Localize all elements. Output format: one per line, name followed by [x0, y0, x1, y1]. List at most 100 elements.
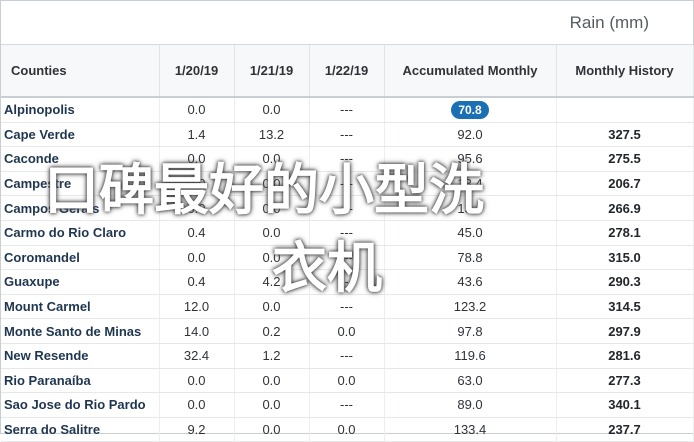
table-row: Caconde 0.0 0.0 --- 95.6 275.5	[1, 146, 694, 172]
rain-day-1: 0.0	[159, 171, 235, 197]
rain-day-1: 32.4	[159, 343, 235, 369]
history-cell: 297.9	[556, 318, 694, 344]
table-row: Cape Verde 1.4 13.2 --- 92.0 327.5	[1, 122, 694, 148]
county-name: Carmo do Rio Claro	[1, 220, 160, 246]
rain-day-2: 0.0	[234, 245, 310, 271]
rain-day-3: ---	[309, 97, 385, 123]
table-row: Sao Jose do Rio Pardo 0.0 0.0 --- 89.0 340.1	[1, 392, 694, 418]
rain-day-1: 9.2	[159, 417, 235, 442]
rain-day-2: 0.0	[234, 97, 310, 123]
rain-day-2: 4.2	[234, 269, 310, 295]
data-panel: Rain (mm) Counties 1/20/19 1/21/19 1/22/…	[0, 0, 694, 442]
rain-day-2: 1.2	[234, 343, 310, 369]
county-name: Campos Gerais	[1, 195, 160, 221]
rain-day-2: 0.2	[234, 318, 310, 344]
county-name: Cape Verde	[1, 122, 160, 148]
rain-day-3: ---	[309, 220, 385, 246]
col-header-history[interactable]: Monthly History	[556, 45, 694, 98]
rain-day-2: 13.2	[234, 122, 310, 148]
rain-day-3: ---	[309, 195, 385, 221]
rain-day-3: ---	[309, 122, 385, 148]
rain-day-3: ---	[309, 343, 385, 369]
accumulated-cell: 92.0	[384, 122, 557, 148]
table-row: Coromandel 0.0 0.0 --- 78.8 315.0	[1, 245, 694, 271]
rain-day-3: 0.0	[309, 417, 385, 442]
rain-day-3: ---	[309, 171, 385, 197]
rain-day-3: ---	[309, 392, 385, 418]
history-cell: 281.6	[556, 343, 694, 369]
rain-day-3: 0.0	[309, 368, 385, 394]
rain-day-1: 0.0	[159, 368, 235, 394]
accumulated-cell: 13.4	[384, 171, 557, 197]
history-cell: 340.1	[556, 392, 694, 418]
panel-header: Rain (mm)	[1, 1, 693, 45]
col-header-counties[interactable]: Counties	[1, 45, 160, 98]
county-name: Monte Santo de Minas	[1, 318, 160, 344]
county-name: New Resende	[1, 343, 160, 369]
accumulated-cell: 70.8	[384, 97, 557, 123]
county-name: Guaxupe	[1, 269, 160, 295]
accumulated-cell: 45.0	[384, 220, 557, 246]
rain-day-2: 0.0	[234, 146, 310, 172]
county-name: Sao Jose do Rio Pardo	[1, 392, 160, 418]
history-cell: 290.3	[556, 269, 694, 295]
table-row: Campestre 0.0 0.0 --- 13.4 206.7	[1, 171, 694, 197]
rain-day-1: 1.4	[159, 122, 235, 148]
rain-day-1: 0.4	[159, 220, 235, 246]
rain-day-2: 0.0	[234, 220, 310, 246]
table-row: Guaxupe 0.4 4.2 --- 43.6 290.3	[1, 269, 694, 295]
table-row: Carmo do Rio Claro 0.4 0.0 --- 45.0 278.1	[1, 220, 694, 246]
table-row: Serra do Salitre 9.2 0.0 0.0 133.4 237.7	[1, 417, 694, 442]
col-header-accumulated[interactable]: Accumulated Monthly	[384, 45, 557, 98]
history-cell	[556, 97, 694, 123]
rain-day-1: 12.0	[159, 294, 235, 320]
accumulated-cell: 123.2	[384, 294, 557, 320]
accumulated-cell: 97.8	[384, 318, 557, 344]
col-header-date-1[interactable]: 1/20/19	[159, 45, 235, 98]
history-cell: 277.3	[556, 368, 694, 394]
history-cell: 266.9	[556, 195, 694, 221]
table-row: Rio Paranaíba 0.0 0.0 0.0 63.0 277.3	[1, 368, 694, 394]
rain-day-2: 0.0	[234, 171, 310, 197]
history-cell: 278.1	[556, 220, 694, 246]
table-row: Alpinopolis 0.0 0.0 --- 70.8	[1, 97, 694, 123]
county-name: Rio Paranaíba	[1, 368, 160, 394]
rain-day-2: 0.0	[234, 368, 310, 394]
history-cell: 237.7	[556, 417, 694, 442]
accumulated-cell: 13.4	[384, 195, 557, 221]
rain-day-3: 0.0	[309, 318, 385, 344]
rain-day-2: 0.0	[234, 294, 310, 320]
accumulated-cell: 63.0	[384, 368, 557, 394]
county-name: Alpinopolis	[1, 97, 160, 123]
history-cell: 206.7	[556, 171, 694, 197]
rain-day-1: 0.4	[159, 269, 235, 295]
col-header-date-2[interactable]: 1/21/19	[234, 45, 310, 98]
rain-day-1: 0.0	[159, 245, 235, 271]
county-name: Serra do Salitre	[1, 417, 160, 442]
county-name: Mount Carmel	[1, 294, 160, 320]
history-cell: 314.5	[556, 294, 694, 320]
rain-day-3: ---	[309, 294, 385, 320]
rain-day-1: 14.0	[159, 318, 235, 344]
highlight-badge: 70.8	[451, 100, 489, 119]
accumulated-cell: 95.6	[384, 146, 557, 172]
col-header-date-3[interactable]: 1/22/19	[309, 45, 385, 98]
rain-table: Counties 1/20/19 1/21/19 1/22/19 Accumul…	[1, 45, 694, 442]
rain-day-3: ---	[309, 245, 385, 271]
accumulated-cell: 133.4	[384, 417, 557, 442]
accumulated-cell: 43.6	[384, 269, 557, 295]
rain-day-1: 0.0	[159, 146, 235, 172]
county-name: Caconde	[1, 146, 160, 172]
accumulated-cell: 89.0	[384, 392, 557, 418]
table-row: Monte Santo de Minas 14.0 0.2 0.0 97.8 297.9	[1, 318, 694, 344]
rain-day-1: 0.0	[159, 392, 235, 418]
table-row: Campos Gerais 0.0 0.0 --- 13.4 266.9	[1, 195, 694, 221]
history-cell: 327.5	[556, 122, 694, 148]
county-name: Coromandel	[1, 245, 160, 271]
rain-day-3: ---	[309, 269, 385, 295]
rain-day-1: 0.0	[159, 195, 235, 221]
rain-day-2: 0.0	[234, 392, 310, 418]
panel-title: Rain (mm)	[569, 13, 649, 32]
history-cell: 315.0	[556, 245, 694, 271]
table-row: New Resende 32.4 1.2 --- 119.6 281.6	[1, 343, 694, 369]
